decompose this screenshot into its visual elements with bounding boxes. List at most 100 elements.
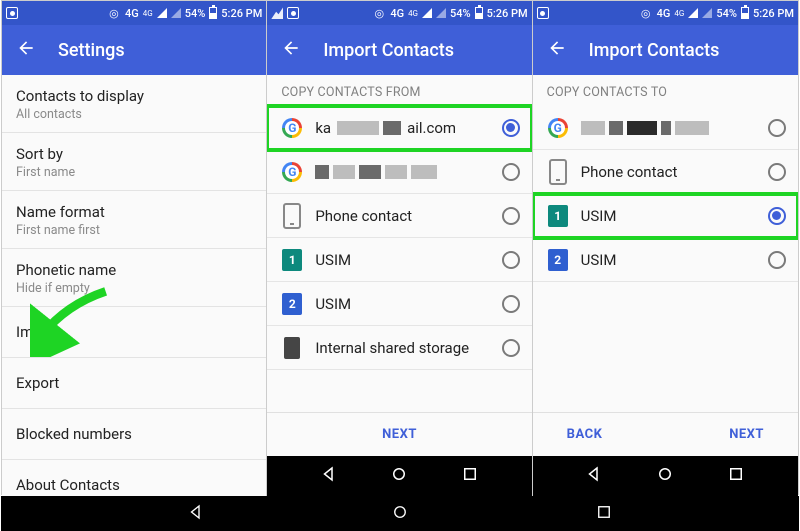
nav-back-icon[interactable] (585, 465, 603, 487)
row-label: Import (16, 323, 252, 341)
row-blocked-numbers[interactable]: Blocked numbers (2, 409, 266, 460)
email-suffix: ail.com (407, 119, 456, 137)
app-icon (537, 7, 549, 19)
status-bar: ◎ 4G 4G 54% 5:26 PM (533, 1, 798, 25)
signal-icon (688, 8, 698, 18)
row-label: Contacts to display (16, 87, 252, 105)
screen-copy-from: ◎ 4G 4G 54% 5:26 PM Import Contacts COPY… (267, 1, 532, 496)
back-arrow-icon[interactable] (281, 38, 301, 62)
android-nav-bar (267, 456, 531, 496)
option-label: Phone contact (581, 163, 756, 181)
app-icon (6, 7, 18, 19)
radio-button[interactable] (502, 295, 520, 313)
option-label (315, 165, 489, 179)
network-label: 4G (657, 7, 671, 20)
battery-percent: 54% (450, 7, 471, 20)
back-button[interactable]: BACK (567, 427, 603, 442)
back-arrow-icon[interactable] (16, 38, 36, 62)
hotspot-icon: ◎ (372, 6, 386, 20)
sim1-icon: 1 (281, 249, 303, 271)
nav-back-icon[interactable] (187, 503, 205, 525)
row-label: Phonetic name (16, 261, 252, 279)
option-phone-contact[interactable]: Phone contact (267, 194, 531, 238)
clock: 5:26 PM (221, 7, 262, 20)
sim2-icon: 2 (547, 249, 569, 271)
radio-button[interactable] (768, 163, 786, 181)
nav-home-icon[interactable] (390, 465, 408, 487)
option-phone-contact[interactable]: Phone contact (533, 150, 798, 194)
row-name-format[interactable]: Name format First name first (2, 191, 266, 249)
battery-percent: 54% (185, 7, 206, 20)
network-4g-small: 4G (408, 9, 418, 18)
option-google-account[interactable] (533, 106, 798, 150)
option-usim-2[interactable]: 2 USIM (267, 282, 531, 326)
redacted (581, 121, 709, 135)
radio-button[interactable] (502, 339, 520, 357)
option-google-account-2[interactable] (267, 150, 531, 194)
next-button[interactable]: NEXT (382, 427, 417, 442)
nav-recent-icon[interactable] (595, 503, 613, 525)
android-nav-bar (533, 456, 798, 496)
radio-button[interactable] (768, 207, 786, 225)
row-contacts-to-display[interactable]: Contacts to display All contacts (2, 75, 266, 133)
nav-back-icon[interactable] (320, 465, 338, 487)
clock: 5:26 PM (487, 7, 528, 20)
option-usim-2[interactable]: 2 USIM (533, 238, 798, 282)
app-bar: Import Contacts (267, 25, 531, 75)
signal-icon-2 (436, 8, 446, 18)
google-icon (281, 117, 303, 139)
action-bar: BACK NEXT (533, 412, 798, 456)
clock: 5:26 PM (753, 7, 794, 20)
google-icon (547, 117, 569, 139)
page-title: Import Contacts (589, 40, 720, 61)
row-label: Name format (16, 203, 252, 221)
network-4g-small: 4G (143, 9, 153, 18)
back-arrow-icon[interactable] (547, 38, 567, 62)
radio-button[interactable] (502, 251, 520, 269)
option-label: USIM (581, 251, 756, 269)
radio-button[interactable] (502, 207, 520, 225)
redacted (337, 121, 401, 135)
email-prefix: ka (315, 119, 331, 137)
phone-icon (281, 205, 303, 227)
radio-button[interactable] (502, 119, 520, 137)
action-bar: NEXT (267, 412, 531, 456)
next-button[interactable]: NEXT (729, 427, 764, 442)
section-header: COPY CONTACTS FROM (267, 75, 531, 106)
row-import[interactable]: Import (2, 307, 266, 358)
nav-home-icon[interactable] (391, 503, 409, 525)
nav-recent-icon[interactable] (461, 465, 479, 487)
option-label: USIM (315, 295, 489, 313)
page-title: Import Contacts (323, 40, 454, 61)
row-phonetic-name[interactable]: Phonetic name Hide if empty (2, 249, 266, 307)
signal-icon-2 (702, 8, 712, 18)
option-label (581, 121, 756, 135)
row-sub: First name (16, 165, 252, 180)
hotspot-icon: ◎ (639, 6, 653, 20)
option-internal-storage[interactable]: Internal shared storage (267, 326, 531, 370)
status-bar: ◎ 4G 4G 54% 5:26 PM (267, 1, 531, 25)
battery-icon (475, 7, 483, 19)
nav-recent-icon[interactable] (727, 465, 745, 487)
option-label: Phone contact (315, 207, 489, 225)
row-about-contacts[interactable]: About Contacts (2, 460, 266, 496)
row-label: Blocked numbers (16, 425, 252, 443)
nav-home-icon[interactable] (656, 465, 674, 487)
row-export[interactable]: Export (2, 358, 266, 409)
radio-button[interactable] (502, 163, 520, 181)
gallery-icon (271, 7, 283, 19)
option-usim-1[interactable]: 1 USIM (533, 194, 798, 238)
copy-to-list: COPY CONTACTS TO Phone contact 1 USIM (533, 75, 798, 412)
radio-button[interactable] (768, 119, 786, 137)
android-nav-bar-global (1, 496, 799, 531)
option-google-account-1[interactable]: ka ail.com (267, 106, 531, 150)
settings-list[interactable]: Contacts to display All contacts Sort by… (2, 75, 266, 496)
signal-icon (157, 8, 167, 18)
radio-button[interactable] (768, 251, 786, 269)
battery-percent: 54% (716, 7, 737, 20)
row-sort-by[interactable]: Sort by First name (2, 133, 266, 191)
copy-from-list: COPY CONTACTS FROM ka ail.com (267, 75, 531, 412)
app-bar: Import Contacts (533, 25, 798, 75)
option-usim-1[interactable]: 1 USIM (267, 238, 531, 282)
app-icon (287, 7, 299, 19)
